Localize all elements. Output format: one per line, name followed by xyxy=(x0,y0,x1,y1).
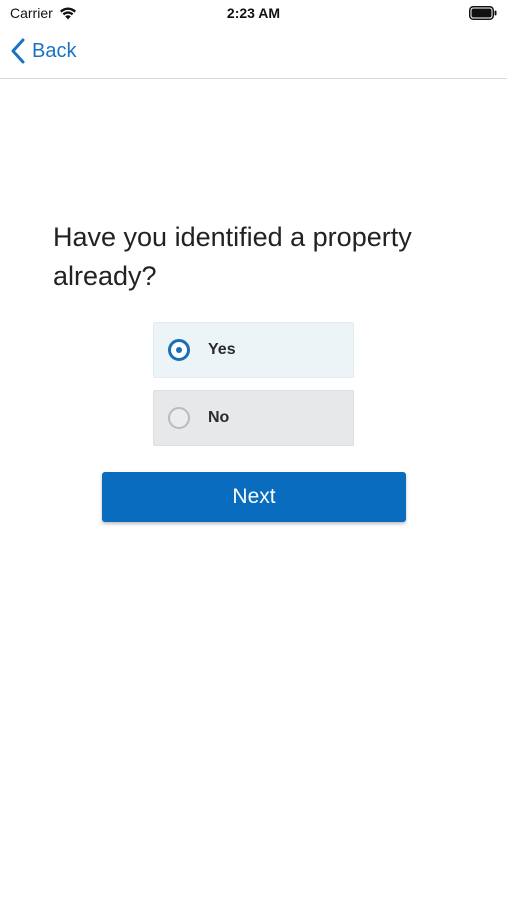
question-text: Have you identified a property already? xyxy=(53,222,412,291)
option-yes-label: Yes xyxy=(208,341,236,358)
chevron-left-icon xyxy=(11,38,25,64)
option-no[interactable]: No xyxy=(153,390,354,446)
next-button[interactable]: Next xyxy=(102,472,406,522)
battery-icon xyxy=(469,6,497,20)
status-bar: Carrier 2:23 AM xyxy=(0,0,507,28)
radio-unselected-icon[interactable] xyxy=(168,407,190,429)
back-label: Back xyxy=(32,39,77,62)
option-no-label: No xyxy=(208,409,230,426)
status-time: 2:23 AM xyxy=(226,5,281,21)
navigation-bar: Back xyxy=(0,28,507,79)
radio-selected-icon[interactable] xyxy=(168,339,190,361)
option-yes[interactable]: Yes xyxy=(153,322,354,378)
back-button[interactable]: Back xyxy=(10,38,76,64)
